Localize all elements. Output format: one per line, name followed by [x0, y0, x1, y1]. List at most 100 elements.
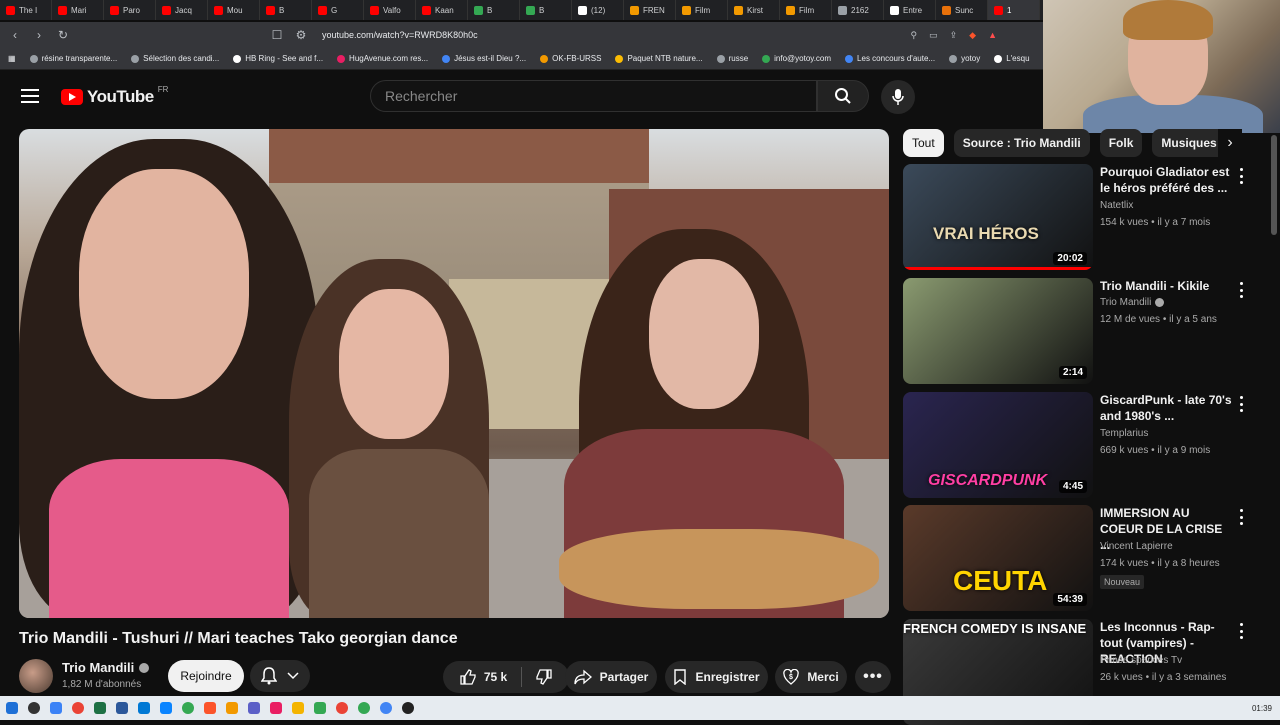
filter-chip[interactable]: Source : Trio Mandili: [953, 129, 1090, 157]
channel-name-row[interactable]: Trio Mandili: [62, 660, 150, 675]
browser-tab[interactable]: (12): [572, 0, 624, 20]
browser-tab[interactable]: Jacq: [156, 0, 208, 20]
video-player[interactable]: [19, 129, 889, 618]
filter-chip[interactable]: Folk: [1099, 129, 1143, 157]
recommendation-title[interactable]: Trio Mandili - Kikile: [1100, 278, 1235, 294]
more-vertical-icon[interactable]: [1238, 509, 1244, 525]
chrome-5-icon[interactable]: [380, 702, 392, 714]
recommendation-channel-row[interactable]: Templarius: [1100, 428, 1148, 439]
url-field[interactable]: youtube.com/watch?v=RWRD8K80h0c: [322, 30, 478, 40]
join-button[interactable]: Rejoindre: [168, 660, 244, 692]
recommendation-channel[interactable]: Trio Mandili: [1100, 297, 1151, 308]
more-vertical-icon[interactable]: [1238, 282, 1244, 298]
notifications-button[interactable]: [250, 660, 310, 692]
sidebar-scrollbar[interactable]: [1271, 135, 1277, 235]
menu-icon[interactable]: [21, 89, 39, 103]
cast-icon[interactable]: ▭: [929, 30, 938, 41]
browser-tab[interactable]: Mari: [52, 0, 104, 20]
recommendation-channel-row[interactable]: Vincent Lapierre: [1100, 541, 1173, 552]
brave-icon[interactable]: [204, 702, 216, 714]
recommendation-channel[interactable]: Natetlix: [1100, 200, 1133, 211]
brave-shield-icon[interactable]: ◆: [969, 30, 976, 41]
browser-tab[interactable]: B: [520, 0, 572, 20]
filter-chip[interactable]: Tout: [903, 129, 944, 157]
channel-avatar[interactable]: [19, 659, 53, 693]
chevron-right-icon[interactable]: ›: [1218, 129, 1242, 157]
browser-tab[interactable]: 1: [988, 0, 1040, 20]
browser-tab[interactable]: Sunc: [936, 0, 988, 20]
more-actions-button[interactable]: •••: [855, 661, 891, 693]
recommendation-card[interactable]: GISCARDPUNK 4:45 GiscardPunk - late 70's a…: [903, 392, 1273, 498]
thumbs-down-icon[interactable]: [536, 669, 552, 685]
recommendation-card[interactable]: CEUTA 54:39 IMMERSION AU COEUR DE LA CRISE…: [903, 505, 1273, 611]
recommendation-channel-row[interactable]: Trio Mandili: [1100, 297, 1165, 308]
share-button[interactable]: Partager: [565, 661, 657, 693]
recommendation-channel-row[interactable]: Prince sparkles Tv: [1100, 655, 1182, 666]
search-taskbar-icon[interactable]: [28, 702, 40, 714]
vlc-icon[interactable]: [226, 702, 238, 714]
bookmark-item[interactable]: HB Ring - See and f...: [233, 54, 323, 63]
recommendation-title[interactable]: GiscardPunk - late 70's and 1980's ...: [1100, 392, 1235, 424]
rewards-icon[interactable]: ▲: [988, 30, 997, 41]
recommendation-channel[interactable]: Prince sparkles Tv: [1100, 655, 1182, 666]
thanks-button[interactable]: $ Merci: [775, 661, 847, 693]
browser-tab[interactable]: Film: [780, 0, 832, 20]
bookmark-item[interactable]: Les concours d'aute...: [845, 54, 935, 63]
browser-tab[interactable]: Entre: [884, 0, 936, 20]
chrome-2-icon[interactable]: [182, 702, 194, 714]
video-thumbnail[interactable]: 2:14: [903, 278, 1093, 384]
maps-icon[interactable]: [314, 702, 326, 714]
search-input[interactable]: Rechercher: [370, 80, 817, 112]
browser-tab[interactable]: Kaan: [416, 0, 468, 20]
voice-search-button[interactable]: [881, 80, 915, 114]
channel-name[interactable]: Trio Mandili: [62, 660, 134, 675]
chrome-4-icon[interactable]: [358, 702, 370, 714]
video-thumbnail[interactable]: VRAI HÉROS 20:02: [903, 164, 1093, 270]
save-button[interactable]: Enregistrer: [665, 661, 768, 693]
bookmark-item[interactable]: résine transparente...: [29, 54, 117, 63]
back-icon[interactable]: ‹: [8, 28, 22, 42]
excel-icon[interactable]: [94, 702, 106, 714]
browser-tab[interactable]: Film: [676, 0, 728, 20]
browser-tab[interactable]: The I: [0, 0, 52, 20]
youtube-logo[interactable]: YouTube FR: [61, 85, 168, 107]
chrome-icon[interactable]: [72, 702, 84, 714]
app-icon[interactable]: [270, 702, 282, 714]
browser-tab[interactable]: Paro: [104, 0, 156, 20]
browser-tab[interactable]: G: [312, 0, 364, 20]
chrome-3-icon[interactable]: [336, 702, 348, 714]
file-explorer-icon[interactable]: [50, 702, 62, 714]
site-info-icon[interactable]: ⚙: [294, 28, 308, 42]
forward-icon[interactable]: ›: [32, 28, 46, 42]
video-thumbnail[interactable]: GISCARDPUNK 4:45: [903, 392, 1093, 498]
browser-tab[interactable]: Kirst: [728, 0, 780, 20]
bookmark-item[interactable]: Jésus est-il Dieu ?...: [442, 54, 526, 63]
bookmark-item[interactable]: HugAvenue.com res...: [337, 54, 428, 63]
bookmark-item[interactable]: info@yotoy.com: [762, 54, 831, 63]
more-vertical-icon[interactable]: [1238, 623, 1244, 639]
recommendation-channel-row[interactable]: Natetlix: [1100, 200, 1133, 211]
more-vertical-icon[interactable]: [1238, 168, 1244, 184]
browser-tab[interactable]: FREN: [624, 0, 676, 20]
share-page-icon[interactable]: ⇪: [950, 30, 958, 41]
browser-tab[interactable]: B: [260, 0, 312, 20]
recommendation-channel[interactable]: Templarius: [1100, 428, 1148, 439]
recommendation-card[interactable]: 2:14 Trio Mandili - Kikile Trio Mandili 12 …: [903, 278, 1273, 384]
teams-icon[interactable]: [248, 702, 260, 714]
bookmark-item[interactable]: Sélection des candi...: [131, 54, 219, 63]
bookmark-icon[interactable]: ☐: [270, 28, 284, 42]
video-thumbnail[interactable]: CEUTA 54:39: [903, 505, 1093, 611]
bookmark-item[interactable]: OK-FB-URSS: [540, 54, 601, 63]
bookmark-item[interactable]: yotoy: [949, 54, 980, 63]
browser-tab[interactable]: B: [468, 0, 520, 20]
apps-grid-icon[interactable]: ▦: [8, 54, 16, 63]
folder-icon[interactable]: [292, 702, 304, 714]
bookmark-item[interactable]: L'esqu: [994, 54, 1030, 63]
outlook-icon[interactable]: [138, 702, 150, 714]
browser-tab[interactable]: 2162: [832, 0, 884, 20]
browser-tab[interactable]: Mou: [208, 0, 260, 20]
explorer-icon[interactable]: [160, 702, 172, 714]
obs-icon[interactable]: [402, 702, 414, 714]
more-vertical-icon[interactable]: [1238, 396, 1244, 412]
word-icon[interactable]: [116, 702, 128, 714]
